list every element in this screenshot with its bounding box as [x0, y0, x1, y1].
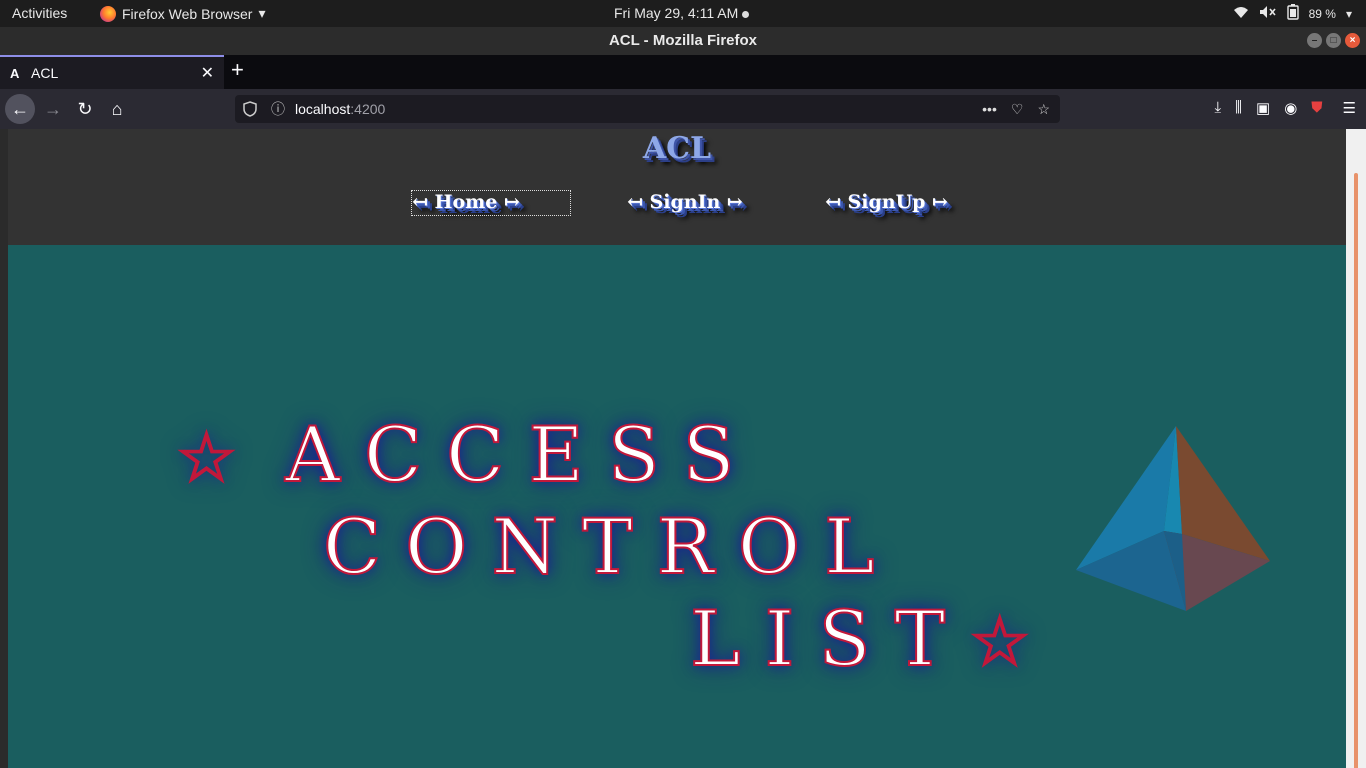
account-icon[interactable]: ◉	[1284, 99, 1297, 117]
window-controls: – □ ×	[1307, 33, 1360, 48]
notification-dot-icon	[742, 10, 750, 18]
toolbar-buttons: ⤓ ⫼ ▣ ◉ ⛊ ☰	[1214, 99, 1356, 117]
angular-favicon-icon: A	[10, 66, 20, 81]
chevron-down-icon: ▾	[258, 5, 266, 21]
tab-strip: A ACL ✕ +	[0, 55, 1366, 89]
firefox-icon	[100, 5, 116, 22]
page-actions-icon[interactable]: •••	[982, 95, 997, 123]
pocket-icon[interactable]: ♡	[1011, 95, 1024, 123]
library-icon[interactable]: ⫼	[1235, 99, 1242, 117]
nav-link-signin[interactable]: ↤ SignIn ↦	[627, 191, 743, 215]
maximize-icon[interactable]: □	[1326, 33, 1341, 48]
nav-link-home[interactable]: ↤ Home ↦	[411, 190, 571, 216]
window-title-bar: ACL - Mozilla Firefox – □ ×	[0, 27, 1366, 55]
site-logo[interactable]: ACL	[8, 131, 1346, 166]
star-icon: ☆	[968, 603, 1031, 682]
url-text[interactable]: localhost:4200	[295, 95, 385, 123]
url-port: :4200	[350, 101, 386, 117]
menu-icon[interactable]: ☰	[1343, 99, 1356, 117]
site-nav: ↤ Home ↦ ↤ SignIn ↦ ↤ SignUp ↦	[8, 190, 1346, 217]
hero-word-access: ACCESS	[284, 410, 759, 499]
url-host: localhost	[295, 101, 351, 117]
hero-word-list: LIST	[689, 594, 970, 683]
window-title: ACL - Mozilla Firefox	[608, 32, 758, 49]
close-icon[interactable]: ×	[1345, 33, 1360, 48]
url-bar[interactable]: ⓘ localhost:4200 ••• ♡ ☆	[235, 95, 1060, 123]
hero-banner: ☆ ACCESS CONTROL LIST☆	[8, 245, 1346, 768]
home-button[interactable]: ⌂	[102, 94, 132, 124]
tab-title: ACL	[31, 65, 59, 81]
chevron-down-icon: ▾	[1345, 6, 1352, 21]
clock-label: Fri May 29, 4:11 AM	[614, 5, 739, 21]
scrollbar-thumb[interactable]	[1354, 173, 1358, 768]
clock[interactable]: Fri May 29, 4:11 AM	[614, 5, 750, 21]
hero-word-control: CONTROL	[322, 502, 899, 591]
bookmark-star-icon[interactable]: ☆	[1037, 95, 1050, 123]
hero-line-control: CONTROL	[322, 508, 899, 586]
hero-line-list: LIST☆	[689, 600, 1031, 678]
app-menu-label: Firefox Web Browser	[122, 5, 253, 22]
battery-icon	[1286, 4, 1299, 23]
site-info-icon[interactable]: ⓘ	[271, 95, 285, 123]
system-tray[interactable]: 89 % ▾	[1233, 4, 1352, 23]
url-bar-actions: ••• ♡ ☆	[982, 95, 1050, 123]
reload-button[interactable]: ↻	[70, 94, 100, 124]
page-content: ACL ↤ Home ↦ ↤ SignIn ↦ ↤ SignUp ↦ ☆ ACC…	[8, 129, 1346, 768]
tracking-protection-icon[interactable]	[243, 95, 257, 126]
page-scrollbar[interactable]	[1346, 129, 1366, 768]
close-tab-icon[interactable]: ✕	[201, 63, 214, 83]
minimize-icon[interactable]: –	[1307, 33, 1322, 48]
battery-percent: 89 %	[1308, 6, 1336, 21]
activities-button[interactable]: Activities	[12, 5, 67, 21]
star-icon: ☆	[175, 419, 238, 498]
hero-line-access: ☆ ACCESS	[175, 416, 759, 494]
site-header: ACL ↤ Home ↦ ↤ SignIn ↦ ↤ SignUp ↦	[8, 129, 1346, 245]
back-button[interactable]: ←	[5, 94, 35, 124]
forward-button[interactable]: →	[38, 94, 68, 124]
new-tab-button[interactable]: +	[231, 57, 244, 83]
sidebar-icon[interactable]: ▣	[1256, 99, 1270, 117]
app-menu[interactable]: Firefox Web Browser ▾	[100, 5, 265, 22]
pyramid-icon	[1076, 426, 1270, 611]
nav-link-signup[interactable]: ↤ SignUp ↦	[825, 191, 948, 215]
tab-acl[interactable]: A ACL ✕	[0, 55, 224, 89]
download-icon[interactable]: ⤓	[1214, 99, 1221, 117]
extension-shield-icon[interactable]: ⛊	[1311, 99, 1322, 117]
system-top-bar: Activities Firefox Web Browser ▾ Fri May…	[0, 0, 1366, 27]
wifi-icon	[1233, 5, 1249, 22]
navigation-toolbar: ← → ↻ ⌂ ⓘ localhost:4200 ••• ♡ ☆ ⤓ ⫼ ▣ ◉…	[0, 89, 1366, 129]
volume-muted-icon	[1259, 5, 1277, 22]
